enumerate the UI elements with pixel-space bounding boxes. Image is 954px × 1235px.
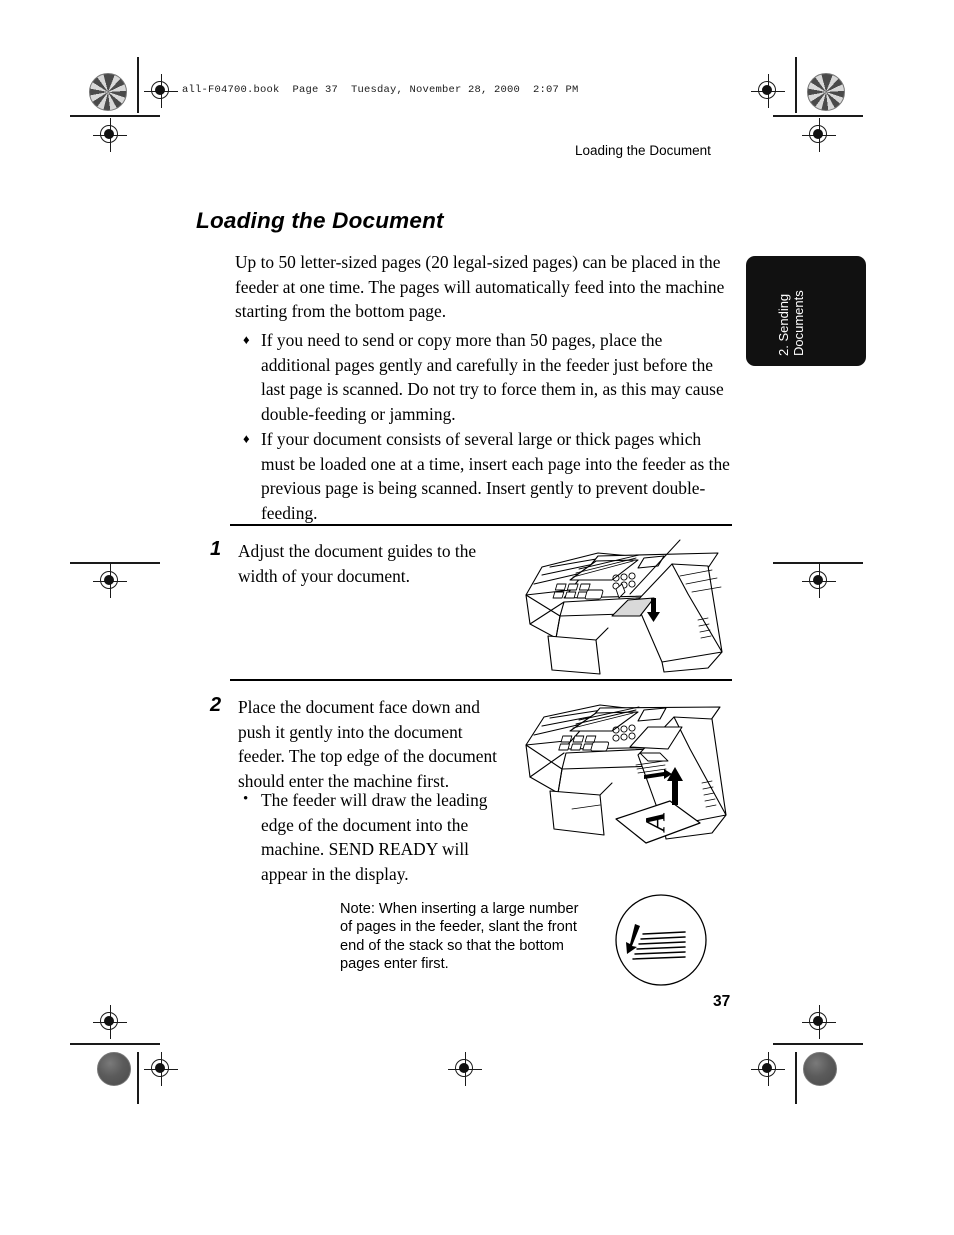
trim-line-lower-left-horizontal (70, 1043, 160, 1045)
registration-crosshair-bottom-right (751, 1052, 785, 1086)
registration-crosshair-right-middle (802, 564, 836, 598)
bullet-text: If you need to send or copy more than 50… (261, 330, 724, 424)
trim-line-bottom-left-vertical (137, 1052, 139, 1104)
chapter-side-tab-label-line1: 2. Sending (776, 293, 791, 356)
note-circle-outline (615, 894, 707, 986)
document-page: all-F04700.book Page 37 Tuesday, Novembe… (0, 0, 954, 1235)
registration-crosshair-left-lower (93, 1005, 127, 1039)
sub-bullet-send-ready: • The feeder will draw the leading edge … (243, 788, 493, 886)
diamond-bullet-icon: ♦ (243, 332, 250, 347)
diamond-bullet-icon: ♦ (243, 431, 250, 446)
chapter-side-tab: 2. Sending Documents (746, 256, 866, 366)
registration-crosshair-left-upper (93, 118, 127, 152)
bullet-text: If your document consists of several lar… (261, 429, 730, 523)
trim-line-top-right-vertical (795, 57, 797, 113)
trim-line-upper-right-horizontal (773, 115, 863, 117)
step-divider-top (230, 524, 732, 527)
bullet-item-thick-pages: ♦ If your document consists of several l… (243, 427, 730, 525)
step-number-2: 2 (210, 694, 222, 716)
registration-crosshair-top-right (751, 74, 785, 108)
book-file-header: all-F04700.book Page 37 Tuesday, Novembe… (182, 84, 579, 96)
step-number-1: 1 (210, 538, 222, 560)
trim-line-upper-left-horizontal (70, 115, 160, 117)
registration-crosshair-right-upper (802, 118, 836, 152)
trim-line-lower-right-horizontal (773, 1043, 863, 1045)
note-text: Note: When inserting a large number of p… (340, 901, 579, 973)
illustration-slanted-paper-stack-circle (615, 894, 707, 986)
illustration-fax-machine-adjust-guides (525, 539, 723, 675)
registration-crosshair-bottom-left (144, 1052, 178, 1086)
bullet-item-extra-pages: ♦ If you need to send or copy more than … (243, 328, 730, 426)
halftone-target-bottom-right (803, 1052, 837, 1086)
step-divider-middle (230, 679, 732, 682)
chapter-side-tab-label-line2: Documents (791, 290, 806, 356)
registration-crosshair-top-left (144, 74, 178, 108)
step-text-1: Adjust the document guides to the width … (238, 541, 477, 586)
halftone-target-top-right (807, 73, 845, 111)
registration-crosshair-right-lower (802, 1005, 836, 1039)
sub-bullet-text: The feeder will draw the leading edge of… (261, 790, 488, 884)
halftone-target-bottom-left (97, 1052, 131, 1086)
step-text-2: Place the document face down and push it… (238, 697, 497, 791)
page-number: 37 (713, 993, 731, 1010)
illustration-fax-machine-insert-document: A (525, 704, 727, 844)
page-title: Loading the Document (196, 208, 444, 233)
intro-paragraph: Up to 50 letter-sized pages (20 legal-si… (235, 252, 725, 322)
registration-crosshair-left-middle (93, 564, 127, 598)
trim-line-top-left-vertical (137, 57, 139, 113)
halftone-target-top-left (89, 73, 127, 111)
trim-line-bottom-right-vertical (795, 1052, 797, 1104)
registration-crosshair-bottom-center (448, 1052, 482, 1086)
running-header: Loading the Document (575, 143, 711, 158)
round-bullet-icon: • (243, 791, 249, 807)
